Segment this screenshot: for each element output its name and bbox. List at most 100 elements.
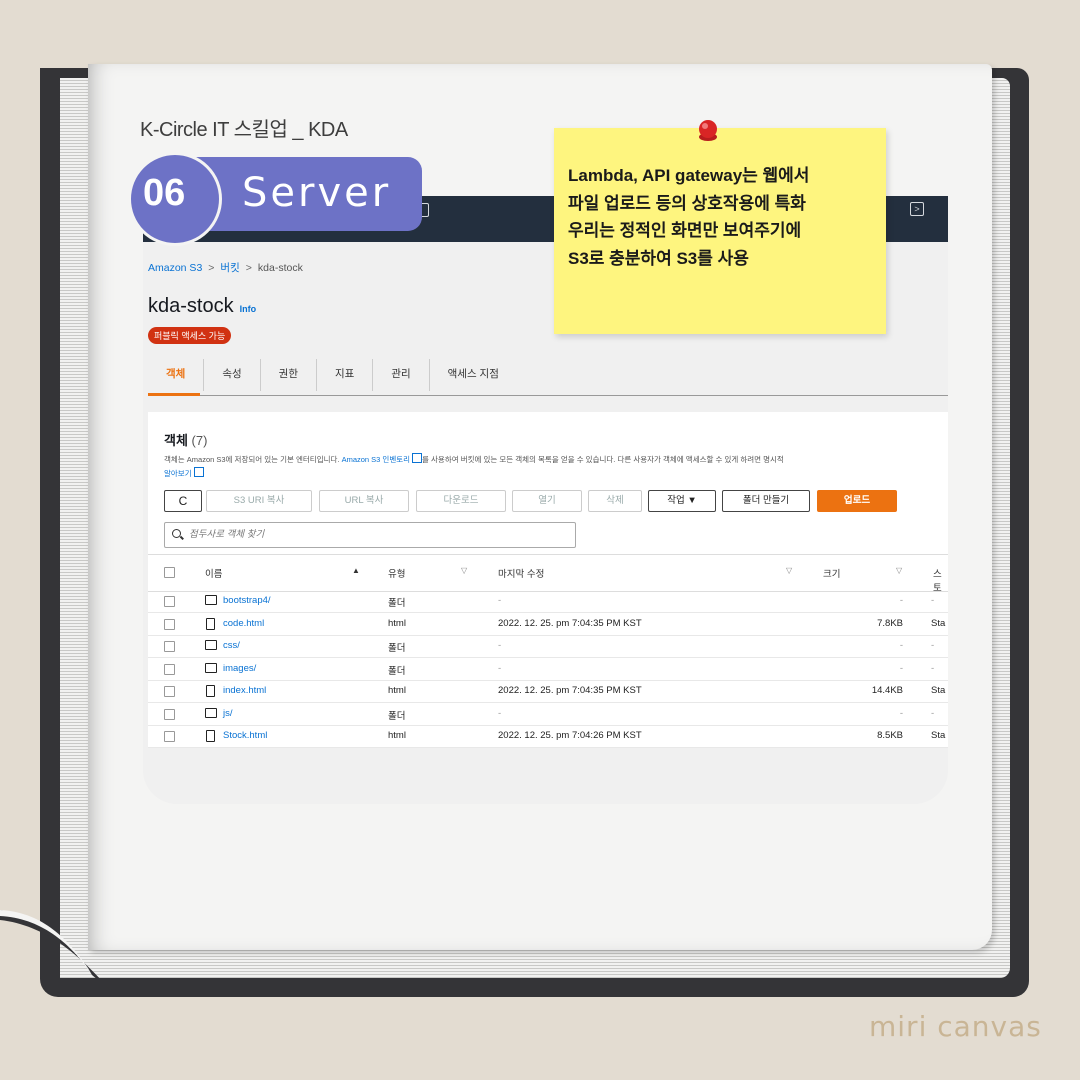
bucket-tabs: 객체 속성 권한 지표 관리 액세스 지점 xyxy=(148,359,517,391)
search-input[interactable]: 접두사로 객체 찾기 xyxy=(164,522,576,548)
object-storage-class: Sta xyxy=(931,685,946,696)
delete-button[interactable]: 삭제 xyxy=(588,490,642,512)
object-name[interactable]: bootstrap4/ xyxy=(223,595,271,606)
tab-metrics[interactable]: 지표 xyxy=(317,359,374,391)
table-row[interactable]: images/폴더 - - - xyxy=(148,658,948,681)
breadcrumb-amazon-s3[interactable]: Amazon S3 xyxy=(148,262,202,274)
column-size[interactable]: 크기 xyxy=(823,566,840,580)
table-row[interactable]: Stock.html html 2022. 12. 25. pm 7:04:26 P… xyxy=(148,725,948,748)
tab-objects[interactable]: 객체 xyxy=(148,359,205,391)
table-header: 이름 ▲ 유형 ▽ 마지막 수정 ▽ 크기 ▽ 스토 xyxy=(148,554,948,594)
refresh-button[interactable]: C xyxy=(164,490,202,512)
breadcrumb: Amazon S3 > 버킷 > kda-stock xyxy=(148,260,303,275)
info-link[interactable]: Info xyxy=(240,304,257,314)
table-row[interactable]: css/폴더 - - - xyxy=(148,635,948,658)
object-last-modified: 2022. 12. 25. pm 7:04:35 PM KST xyxy=(498,617,642,629)
search-placeholder: 접두사로 객체 찾기 xyxy=(189,529,265,540)
tab-properties[interactable]: 속성 xyxy=(204,359,261,391)
page-heading: K-Circle IT 스킬업 _ KDA xyxy=(140,119,348,141)
tab-permissions[interactable]: 권한 xyxy=(261,359,317,391)
upload-button[interactable]: 업로드 xyxy=(817,490,897,512)
table-row[interactable]: bootstrap4/폴더 - - - xyxy=(148,590,948,613)
objects-panel: 객체 (7) 객체는 Amazon S3에 저장되어 있는 기본 엔터티입니다.… xyxy=(148,412,948,748)
object-type: 폴더 xyxy=(388,710,406,722)
public-access-badge: 퍼블릭 액세스 가능 xyxy=(148,327,232,344)
breadcrumb-buckets[interactable]: 버킷 xyxy=(220,262,239,274)
folder-icon xyxy=(205,640,217,650)
inventory-link[interactable]: Amazon S3 인벤토리 xyxy=(342,455,410,464)
learn-more-link[interactable]: 알아보기 xyxy=(164,469,192,478)
select-all-checkbox[interactable] xyxy=(164,567,175,578)
object-name[interactable]: js/ xyxy=(223,708,233,719)
push-pin-icon xyxy=(699,120,717,141)
section-number: 06 xyxy=(143,172,186,214)
column-type[interactable]: 유형 xyxy=(388,566,405,580)
desc-text-1: 객체는 Amazon S3에 저장되어 있는 기본 엔터티입니다. xyxy=(164,455,342,464)
object-name[interactable]: index.html xyxy=(223,685,266,696)
actions-dropdown[interactable]: 작업 ▼ xyxy=(648,490,716,512)
object-storage-class: Sta xyxy=(931,617,946,629)
object-name[interactable]: Stock.html xyxy=(223,730,267,741)
row-checkbox[interactable] xyxy=(164,641,175,652)
breadcrumb-current: kda-stock xyxy=(257,262,303,274)
search-icon xyxy=(172,529,181,538)
table-row[interactable]: js/폴더 - - - xyxy=(148,703,948,726)
object-type: html xyxy=(388,685,406,696)
sort-icon[interactable]: ▽ xyxy=(896,566,902,575)
objects-heading: 객체 (7) xyxy=(164,430,207,449)
object-name[interactable]: code.html xyxy=(223,618,264,629)
object-type: 폴더 xyxy=(388,665,406,677)
download-button[interactable]: 다운로드 xyxy=(416,490,506,512)
file-icon xyxy=(206,617,215,630)
tab-access-points[interactable]: 액세스 지점 xyxy=(430,359,517,391)
row-checkbox[interactable] xyxy=(164,708,175,720)
create-folder-button[interactable]: 폴더 만들기 xyxy=(722,490,810,512)
object-last-modified: - xyxy=(498,707,502,719)
tabs-divider xyxy=(148,395,948,396)
folder-icon xyxy=(205,707,217,718)
object-size: 7.8KB xyxy=(877,617,903,629)
object-name[interactable]: css/ xyxy=(223,640,240,651)
cloudshell-icon[interactable]: > xyxy=(910,202,924,216)
object-last-modified: - xyxy=(498,595,502,606)
object-last-modified: - xyxy=(498,662,502,674)
object-size: - xyxy=(899,595,903,606)
active-tab-indicator xyxy=(148,393,200,396)
object-name[interactable]: images/ xyxy=(223,663,256,674)
column-name[interactable]: 이름 xyxy=(205,566,222,580)
object-type: html xyxy=(388,617,406,629)
table-row[interactable]: code.html html 2022. 12. 25. pm 7:04:35 PM… xyxy=(148,613,948,636)
page-curl xyxy=(0,910,110,990)
bucket-name: kda-stock xyxy=(148,295,234,317)
object-last-modified: 2022. 12. 25. pm 7:04:26 PM KST xyxy=(498,730,642,741)
sort-icon[interactable]: ▽ xyxy=(786,566,792,575)
copy-url-button[interactable]: URL 복사 xyxy=(319,490,409,512)
object-size: 8.5KB xyxy=(877,730,903,741)
folder-icon xyxy=(205,595,217,605)
open-button[interactable]: 열기 xyxy=(512,490,582,512)
row-checkbox[interactable] xyxy=(164,596,175,607)
tab-management[interactable]: 관리 xyxy=(373,359,430,391)
sticky-note-text: Lambda, API gateway는 웹에서 파일 업로드 등의 상호작용에… xyxy=(568,166,810,268)
copy-s3-uri-button[interactable]: S3 URI 복사 xyxy=(206,490,312,512)
external-link-icon xyxy=(193,467,204,477)
object-last-modified: 2022. 12. 25. pm 7:04:35 PM KST xyxy=(498,685,642,696)
desc-text-2: 를 사용하여 버킷에 있는 모든 객체의 목록을 얻을 수 있습니다. 다른 사… xyxy=(422,455,784,464)
object-size: - xyxy=(899,707,903,719)
file-icon xyxy=(206,685,215,697)
column-last-modified[interactable]: 마지막 수정 xyxy=(498,566,544,580)
sort-asc-icon[interactable]: ▲ xyxy=(352,566,360,575)
row-checkbox[interactable] xyxy=(164,618,175,630)
table-row[interactable]: index.html html 2022. 12. 25. pm 7:04:35 P… xyxy=(148,680,948,703)
external-link-icon xyxy=(412,453,423,463)
section-label: Server xyxy=(242,170,392,216)
object-size: - xyxy=(899,662,903,674)
objects-title: 객체 xyxy=(164,433,188,448)
row-checkbox[interactable] xyxy=(164,663,175,675)
object-type: 폴더 xyxy=(388,643,406,654)
row-checkbox[interactable] xyxy=(164,731,175,742)
row-checkbox[interactable] xyxy=(164,686,175,697)
sort-icon[interactable]: ▽ xyxy=(461,566,467,575)
object-storage-class: - xyxy=(931,640,935,651)
file-icon xyxy=(206,730,215,742)
